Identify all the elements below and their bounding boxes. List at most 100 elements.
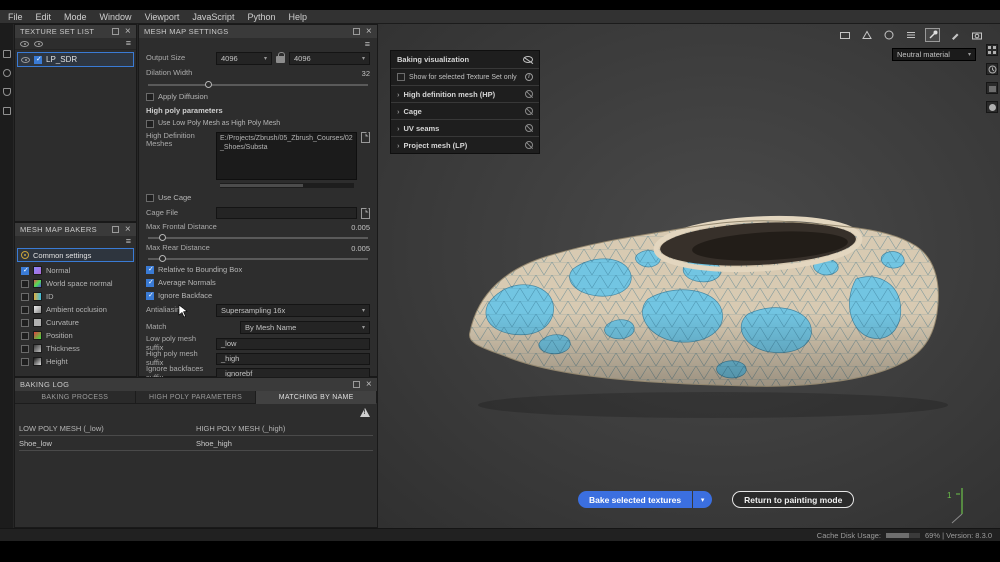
- baker-checkbox[interactable]: [21, 319, 29, 327]
- baking-mode-icon[interactable]: [925, 28, 940, 42]
- visibility-disabled-icon[interactable]: [525, 124, 533, 132]
- relative-bbox-checkbox[interactable]: [146, 266, 154, 274]
- history-icon[interactable]: [986, 63, 998, 75]
- display-settings-icon[interactable]: [3, 69, 11, 77]
- projection-icon[interactable]: [881, 28, 896, 42]
- menu-window[interactable]: Window: [100, 12, 132, 22]
- baker-row-world-space-normal[interactable]: World space normal: [15, 277, 136, 290]
- settings-menu-icon[interactable]: ≡: [365, 40, 370, 49]
- ignore-backface-row[interactable]: Ignore Backface: [146, 289, 370, 302]
- viz-item-high-definition-mesh[interactable]: › High definition mesh (HP): [391, 85, 539, 102]
- display-mode-icon[interactable]: [837, 28, 852, 42]
- max-rear-slider[interactable]: [148, 258, 368, 260]
- file-browse-icon[interactable]: [361, 132, 370, 143]
- layers-icon[interactable]: [986, 82, 998, 94]
- baker-row-normal[interactable]: Normal: [15, 264, 136, 277]
- show-selected-checkbox[interactable]: [397, 73, 405, 81]
- baker-row-thickness[interactable]: Thickness: [15, 342, 136, 355]
- baker-checkbox[interactable]: [21, 332, 29, 340]
- close-icon[interactable]: ×: [366, 380, 372, 390]
- viz-item-project-mesh[interactable]: › Project mesh (LP): [391, 136, 539, 153]
- chevron-right-icon[interactable]: ›: [397, 124, 400, 133]
- chevron-right-icon[interactable]: ›: [397, 107, 400, 116]
- baker-checkbox[interactable]: [21, 306, 29, 314]
- export-icon[interactable]: [3, 50, 11, 58]
- grid-icon[interactable]: [986, 44, 998, 56]
- menu-mode[interactable]: Mode: [64, 12, 87, 22]
- menu-edit[interactable]: Edit: [36, 12, 52, 22]
- baker-row-ambient-occlusion[interactable]: Ambient occlusion: [15, 303, 136, 316]
- average-normals-row[interactable]: Average Normals: [146, 276, 370, 289]
- bake-options-dropdown[interactable]: ▾: [693, 491, 712, 508]
- max-frontal-slider[interactable]: [148, 237, 368, 239]
- slider-thumb[interactable]: [159, 234, 166, 241]
- high-suffix-input[interactable]: _high: [216, 353, 370, 365]
- eye-slash-icon[interactable]: [523, 56, 533, 63]
- physical-size-icon[interactable]: [903, 28, 918, 42]
- undock-icon[interactable]: [353, 381, 360, 388]
- camera-icon[interactable]: [969, 28, 984, 42]
- undock-icon[interactable]: [353, 28, 360, 35]
- ignore-backface-checkbox[interactable]: [146, 292, 154, 300]
- tab-high-poly-parameters[interactable]: HIGH POLY PARAMETERS: [136, 391, 257, 404]
- list-menu-icon[interactable]: ≡: [126, 39, 131, 48]
- average-normals-checkbox[interactable]: [146, 279, 154, 287]
- visibility-disabled-icon[interactable]: [525, 107, 533, 115]
- menu-viewport[interactable]: Viewport: [145, 12, 180, 22]
- menu-javascript[interactable]: JavaScript: [192, 12, 234, 22]
- undock-icon[interactable]: [112, 28, 119, 35]
- use-cage-checkbox[interactable]: [146, 194, 154, 202]
- chevron-right-icon[interactable]: ›: [397, 90, 400, 99]
- close-icon[interactable]: ×: [366, 27, 372, 37]
- texture-set-item[interactable]: LP_SDR: [17, 52, 134, 67]
- viewport-3d[interactable]: Neutral material ▾ Baking visualization …: [378, 24, 1000, 528]
- chevron-right-icon[interactable]: ›: [397, 141, 400, 150]
- bakers-menu-icon[interactable]: ≡: [126, 237, 131, 246]
- dilation-slider[interactable]: [148, 84, 368, 86]
- undock-icon[interactable]: [112, 226, 119, 233]
- file-browse-icon[interactable]: [361, 208, 370, 219]
- high-def-meshes-list[interactable]: E:/Projects/Zbrush/05_Zbrush_Courses/02_…: [216, 132, 357, 180]
- relative-bbox-row[interactable]: Relative to Bounding Box: [146, 263, 370, 276]
- output-width-dropdown[interactable]: 4096▾: [216, 52, 272, 65]
- visibility-disabled-icon[interactable]: [525, 90, 533, 98]
- antialiasing-dropdown[interactable]: Supersampling 16x▾: [216, 304, 370, 317]
- shoe-model[interactable]: [448, 184, 958, 424]
- show-selected-row[interactable]: Show for selected Texture Set only i: [391, 68, 539, 85]
- bake-selected-textures-button[interactable]: Bake selected textures: [578, 491, 692, 508]
- apply-diffusion-row[interactable]: Apply Diffusion: [146, 89, 370, 104]
- camera-settings-icon[interactable]: [3, 88, 11, 96]
- close-icon[interactable]: ×: [125, 225, 131, 235]
- baker-row-position[interactable]: Position: [15, 329, 136, 342]
- visibility-disabled-icon[interactable]: [525, 141, 533, 149]
- use-low-as-high-checkbox[interactable]: [146, 120, 154, 128]
- texture-set-checkbox[interactable]: [34, 56, 42, 64]
- baker-row-height[interactable]: Height: [15, 355, 136, 368]
- table-row[interactable]: Shoe_low Shoe_high: [19, 436, 373, 451]
- menu-python[interactable]: Python: [247, 12, 275, 22]
- output-height-dropdown[interactable]: 4096▾: [289, 52, 370, 65]
- baker-row-id[interactable]: ID: [15, 290, 136, 303]
- horizontal-scrollbar[interactable]: [220, 183, 354, 188]
- baking-visualization-title-row[interactable]: Baking visualization: [391, 51, 539, 68]
- visibility-eye-icon[interactable]: [21, 57, 30, 63]
- scrollbar-thumb[interactable]: [220, 184, 303, 187]
- menu-file[interactable]: File: [8, 12, 23, 22]
- use-low-as-high-row[interactable]: Use Low Poly Mesh as High Poly Mesh: [146, 117, 370, 130]
- use-cage-row[interactable]: Use Cage: [146, 190, 370, 205]
- material-selector[interactable]: Neutral material ▾: [892, 48, 976, 61]
- baker-row-curvature[interactable]: Curvature: [15, 316, 136, 329]
- baker-checkbox[interactable]: [21, 345, 29, 353]
- filter-icon[interactable]: [34, 41, 43, 47]
- sphere-icon[interactable]: [986, 101, 998, 113]
- close-icon[interactable]: ×: [125, 27, 131, 37]
- baker-checkbox[interactable]: [21, 267, 29, 275]
- pencil-icon[interactable]: [947, 28, 962, 42]
- match-dropdown[interactable]: By Mesh Name▾: [240, 321, 370, 334]
- slider-thumb[interactable]: [159, 255, 166, 262]
- tab-baking-process[interactable]: BAKING PROCESS: [15, 391, 136, 404]
- lock-icon[interactable]: [276, 56, 285, 63]
- menu-help[interactable]: Help: [288, 12, 307, 22]
- viz-item-cage[interactable]: › Cage: [391, 102, 539, 119]
- viz-item-uv-seams[interactable]: › UV seams: [391, 119, 539, 136]
